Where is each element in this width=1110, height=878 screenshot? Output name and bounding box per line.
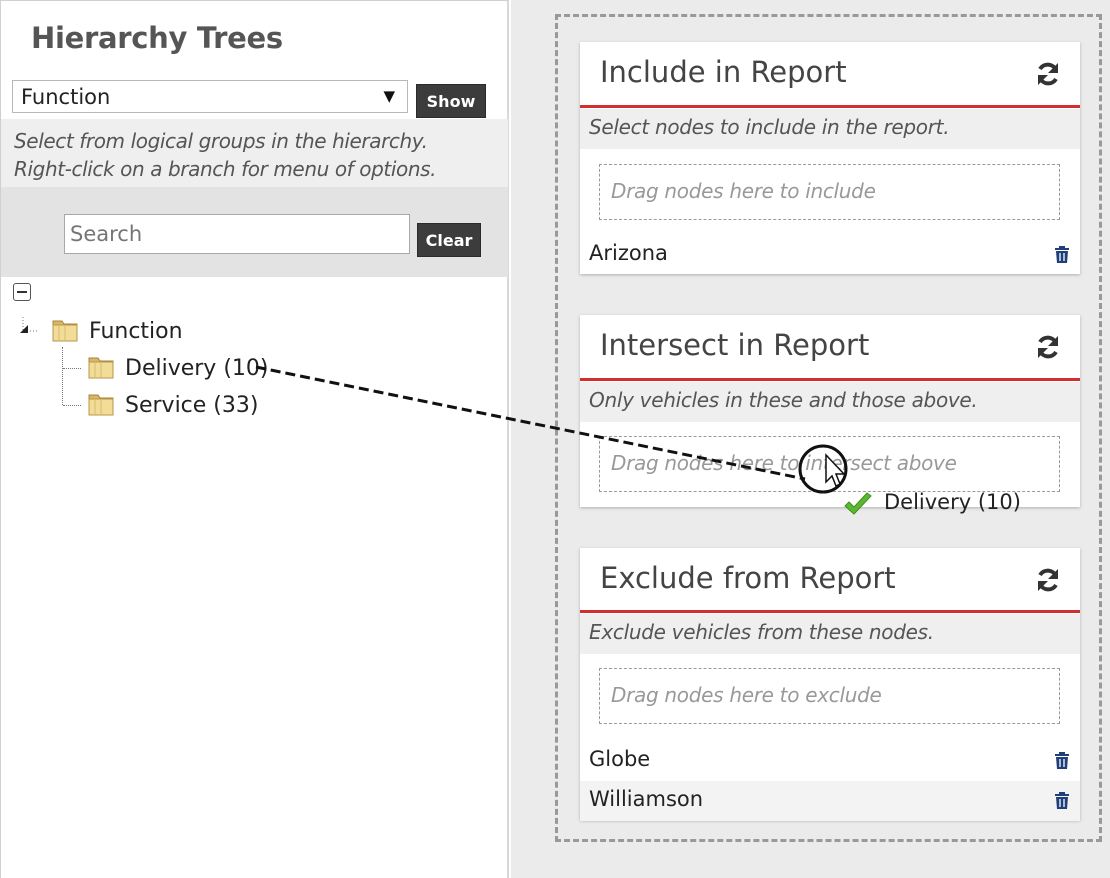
show-button[interactable]: Show (416, 84, 486, 118)
card-title: Intersect in Report (600, 328, 870, 362)
hierarchy-panel: Hierarchy Trees Function ▼ Show Select f… (0, 0, 509, 878)
clear-button[interactable]: Clear (417, 223, 481, 257)
drop-hint: Drag nodes here to exclude (611, 683, 882, 707)
trash-icon[interactable] (1054, 246, 1070, 263)
intersect-card: Intersect in Report Only vehicles in the… (580, 315, 1080, 507)
include-card: Include in Report Select nodes to includ… (580, 42, 1080, 274)
trash-icon[interactable] (1054, 792, 1070, 809)
card-subtitle-bar: Exclude vehicles from these nodes. (580, 614, 1080, 654)
exclude-card: Exclude from Report Exclude vehicles fro… (580, 548, 1080, 821)
exclude-drop-target[interactable]: Drag nodes here to exclude (599, 668, 1060, 724)
list-item-label: Williamson (589, 787, 704, 811)
help-text-area: Select from logical groups in the hierar… (1, 119, 508, 187)
include-drop-target[interactable]: Drag nodes here to include (599, 164, 1060, 220)
card-subtitle: Select nodes to include in the report. (589, 115, 950, 139)
tree-expander-icon[interactable] (18, 315, 40, 337)
card-accent-rule (580, 105, 1080, 108)
tree-connector (62, 347, 63, 405)
card-subtitle-bar: Select nodes to include in the report. (580, 109, 1080, 149)
tree-connector (63, 405, 81, 406)
check-icon (844, 492, 872, 515)
drag-preview-label: Delivery (10) (884, 490, 1021, 514)
help-text-line-2: Right-click on a branch for menu of opti… (14, 157, 437, 181)
tree-node-service[interactable]: Service (33) (125, 393, 258, 418)
trash-icon[interactable] (1054, 752, 1070, 769)
card-subtitle: Only vehicles in these and those above. (589, 388, 978, 412)
card-subtitle-bar: Only vehicles in these and those above. (580, 382, 1080, 422)
chevron-down-icon: ▼ (383, 87, 395, 105)
list-item: Williamson (580, 781, 1080, 821)
folder-icon (88, 357, 114, 379)
tree-node-function[interactable]: Function (89, 319, 183, 344)
help-text-line-1: Select from logical groups in the hierar… (14, 129, 428, 153)
card-title: Include in Report (600, 55, 847, 89)
card-title: Exclude from Report (600, 561, 896, 595)
folder-icon (52, 320, 78, 342)
refresh-icon[interactable] (1034, 333, 1062, 361)
list-item-label: Globe (589, 747, 651, 771)
tree-node-delivery[interactable]: Delivery (10) (125, 356, 268, 381)
search-input[interactable] (64, 214, 410, 254)
tree-connector (63, 368, 81, 369)
card-subtitle: Exclude vehicles from these nodes. (589, 620, 934, 644)
list-item: Arizona (580, 235, 1080, 275)
intersect-drop-target[interactable]: Drag nodes here to intersect above (599, 436, 1060, 492)
card-accent-rule (580, 378, 1080, 381)
folder-icon (88, 394, 114, 416)
hierarchy-select-value: Function (21, 85, 111, 109)
drop-hint: Drag nodes here to intersect above (611, 451, 957, 475)
card-accent-rule (580, 610, 1080, 613)
refresh-icon[interactable] (1034, 566, 1062, 594)
collapse-all-icon[interactable] (13, 283, 31, 301)
refresh-icon[interactable] (1034, 60, 1062, 88)
hierarchy-select[interactable]: Function ▼ (12, 80, 408, 113)
panel-title: Hierarchy Trees (31, 21, 283, 55)
list-item: Globe (580, 741, 1080, 781)
drop-hint: Drag nodes here to include (611, 179, 876, 203)
list-item-label: Arizona (589, 241, 668, 265)
